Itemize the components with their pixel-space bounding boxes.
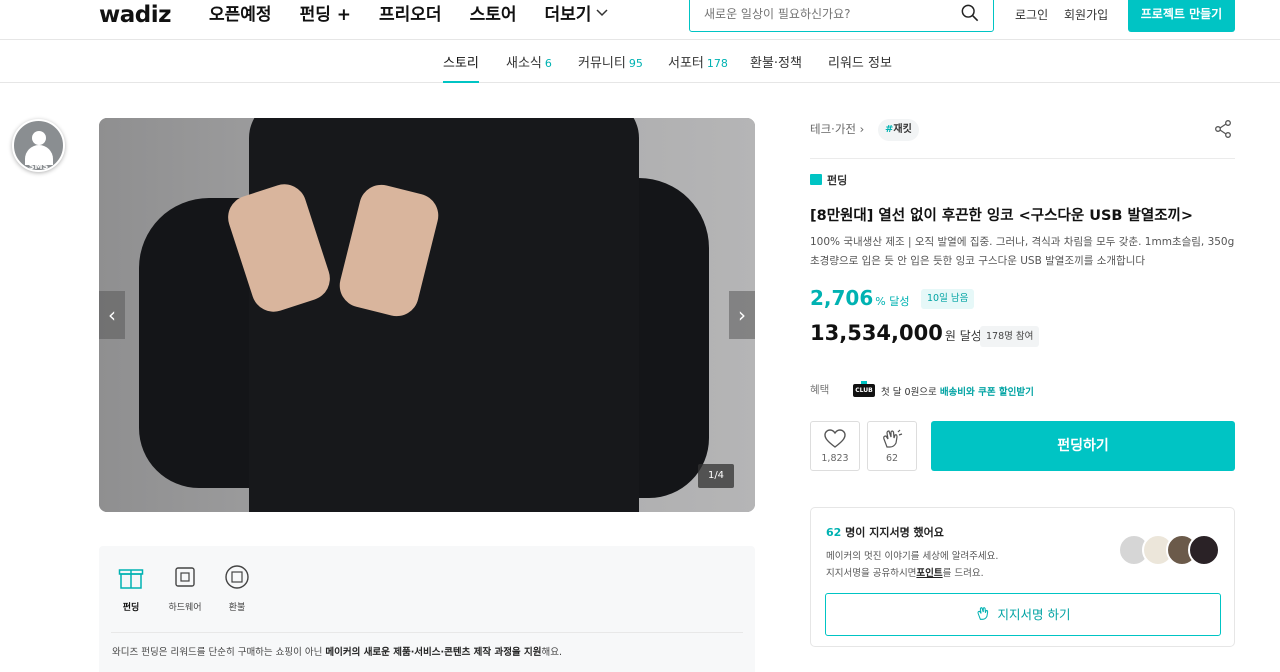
category-breadcrumb[interactable]: 테크·가전 › [810,121,864,137]
cheer-button[interactable]: 62 [867,421,917,471]
nav-store[interactable]: 스토어 [470,0,517,30]
gallery-prev-button[interactable]: ‹ [99,291,125,339]
gallery-pager: 1/4 [698,464,734,488]
tab-supporters-label: 서포터 [668,56,704,71]
signature-heading-text: 명이 지지서명 했어요 [841,526,944,539]
nav-more-label: 더보기 [544,5,592,25]
tab-news[interactable]: 새소식 6 [506,52,552,83]
signature-line2-post: 를 드려요. [942,568,984,579]
project-description: 100% 국내생산 제조 | 오직 발열에 집중. 그러나, 격식과 차림을 모… [810,236,1235,267]
photo-jacket [249,118,639,512]
main-nav: 오픈예정 펀딩 + 프리오더 스토어 더보기 [209,0,609,30]
signature-line1: 메이커의 멋진 이야기를 세상에 알려주세요. [826,551,999,562]
benefit-pre: 첫 달 0원으로 [881,387,940,398]
tab-community-count: 95 [628,57,643,70]
project-gallery: ‹ › 1/4 [99,118,755,512]
gallery-next-button[interactable]: › [729,291,755,339]
info-hardware[interactable]: 하드웨어 [155,564,215,613]
info-funding[interactable]: 펀딩 [101,564,161,613]
info-desc-post: 해요. [541,647,562,658]
achievement-rate-value: 2,706 [810,286,874,310]
wadiz-logo[interactable]: wadiz [99,0,172,30]
project-type-label: 펀딩 [827,174,848,187]
avatar [1188,534,1220,566]
info-funding-label: 펀딩 [122,603,140,613]
signature-button-label: 지지서명 하기 [997,607,1071,622]
tab-news-label: 새소식 [506,56,542,71]
share-icon[interactable] [1213,119,1233,139]
project-info-strip: 펀딩 하드웨어 환불 와디즈 펀딩은 리워드를 단순히 구매하는 쇼핑이 아닌 … [99,546,755,672]
login-link[interactable]: 로그인 [1015,0,1048,30]
chevron-down-icon [596,9,608,17]
person-icon [32,131,46,145]
tab-refund[interactable]: 환불·정책 [750,52,802,83]
clap-icon [976,607,988,620]
signature-line2-pre: 지지서명을 공유하시면 [826,568,917,579]
info-divider [111,632,743,633]
project-tabs: 스토리 새소식 6 커뮤니티 95 서포터 178 환불·정책 리워드 정보 [0,40,1280,83]
gift-icon [810,174,822,185]
cheer-count: 62 [885,453,899,464]
funded-amount-value: 13,534,000 [810,321,943,345]
nav-more[interactable]: 더보기 [545,0,610,30]
project-type: 펀딩 [810,172,847,188]
heart-icon [824,429,846,448]
tab-community[interactable]: 커뮤니티 95 [578,52,643,83]
tab-reward[interactable]: 리워드 정보 [828,52,892,83]
achievement-rate-unit: % 달성 [875,295,910,308]
info-description: 와디즈 펀딩은 리워드를 단순히 구매하는 쇼핑이 아닌 메이커의 새로운 제품… [112,644,562,658]
benefit-link[interactable]: 첫 달 0원으로 배송비와 쿠폰 할인받기 [881,384,1034,398]
funded-amount: 13,534,000 원 달성 [810,321,982,345]
like-button[interactable]: 1,823 [810,421,860,471]
info-hardware-label: 하드웨어 [168,603,202,613]
search-icon[interactable] [961,4,979,22]
club-badge: CLUB [853,381,875,397]
tab-supporters[interactable]: 서포터 178 [668,52,728,83]
days-left-badge: 10일 남음 [921,289,975,309]
make-project-button[interactable]: 프로젝트 만들기 [1128,0,1235,32]
info-desc-pre: 와디즈 펀딩은 리워드를 단순히 구매하는 쇼핑이 아닌 [112,647,326,658]
chevron-right-icon: › [859,122,865,136]
search-input[interactable] [704,0,944,29]
project-tag-label: 재킷 [893,124,912,135]
backers-badge: 178명 참여 [980,326,1040,347]
signature-point-link[interactable]: 포인트 [916,568,942,579]
supporter-avatars [1118,534,1223,568]
nav-open-soon[interactable]: 오픈예정 [209,0,272,30]
tab-news-count: 6 [544,57,552,70]
category-label: 테크·가전 [810,122,856,136]
info-refund-label: 환불 [228,603,246,613]
signature-card: 62 명이 지지서명 했어요 메이커의 멋진 이야기를 세상에 알려주세요. 지… [810,507,1235,647]
signature-subtext: 메이커의 멋진 이야기를 세상에 알려주세요. 지지서명을 공유하시면포인트를 … [826,548,998,582]
signature-count: 62 [826,526,842,539]
project-tag[interactable]: #재킷 [878,119,919,141]
project-title: [8만원대] 열선 없이 후끈한 잉코 <구스다운 USB 발열조끼> [810,208,1194,224]
like-count: 1,823 [821,453,849,464]
clap-icon [883,429,903,448]
nav-preorder[interactable]: 프리오더 [379,0,442,30]
chip-icon [175,567,195,587]
benefit-label: 혜택 [810,384,830,396]
signature-line2: 지지서명을 공유하시면포인트를 드려요. [826,565,998,582]
benefit-bold: 배송비와 쿠폰 할인받기 [939,387,1034,398]
signature-heading: 62 명이 지지서명 했어요 [826,524,944,540]
tab-community-label: 커뮤니티 [578,56,626,71]
info-refund[interactable]: 환불 [207,564,267,613]
signup-link[interactable]: 회원가입 [1064,0,1108,30]
gift-icon [118,569,144,589]
fund-button[interactable]: 펀딩하기 [931,421,1235,471]
signature-button[interactable]: 지지서명 하기 [825,593,1221,636]
funded-amount-unit: 원 달성 [944,329,982,343]
sms-button[interactable]: SMS [12,119,65,172]
tab-story[interactable]: 스토리 [443,52,479,83]
nav-funding[interactable]: 펀딩 + [300,0,351,30]
panel-divider [810,158,1235,159]
top-header: wadiz 오픈예정 펀딩 + 프리오더 스토어 더보기 로그인 회원가입 프로… [0,0,1280,40]
tab-supporters-count: 178 [706,57,728,70]
search-box [689,0,994,32]
refund-icon [225,565,249,589]
info-desc-bold: 메이커의 새로운 제품·서비스·콘텐츠 제작 과정을 지원 [325,647,542,658]
achievement-rate: 2,706% 달성 [810,286,909,310]
sms-label: SMS [28,162,49,171]
